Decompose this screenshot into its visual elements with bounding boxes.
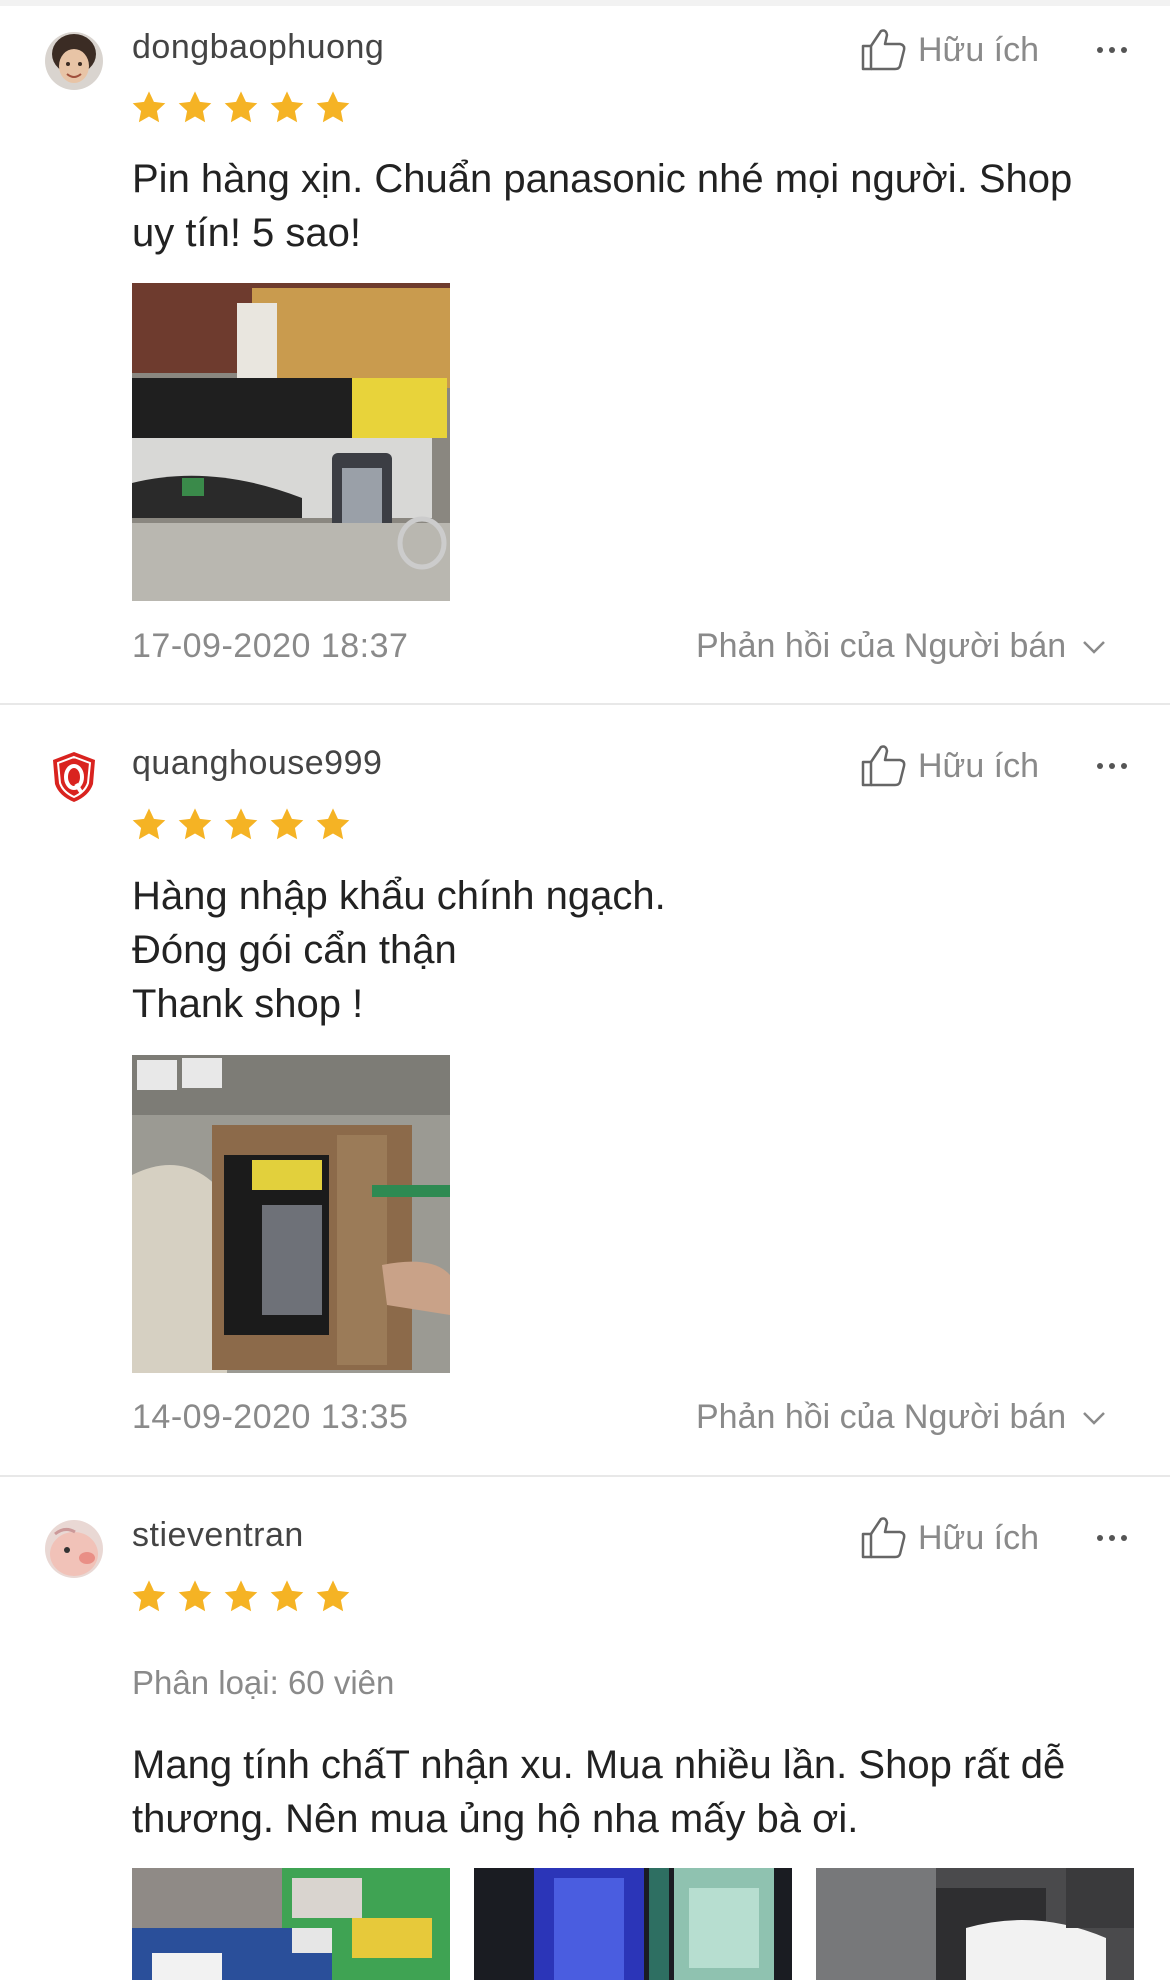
- reviewer-name: dongbaophuong: [132, 28, 385, 66]
- star-icon: [270, 808, 304, 840]
- avatar[interactable]: [45, 748, 103, 806]
- star-icon: [316, 808, 350, 840]
- battery-package-photo: [132, 1055, 450, 1373]
- helpful-button[interactable]: Hữu ích: [860, 1516, 1039, 1560]
- more-options-icon[interactable]: [1092, 1528, 1132, 1548]
- more-options-icon[interactable]: [1092, 40, 1132, 60]
- battery-box-photo: [132, 283, 450, 601]
- star-rating: [130, 89, 352, 127]
- helpful-label: Hữu ích: [918, 1518, 1040, 1557]
- helpful-button[interactable]: Hữu ích: [860, 28, 1039, 72]
- chevron-down-icon: [1083, 640, 1106, 654]
- seller-reply-toggle[interactable]: Phản hồi của Người bán: [696, 1398, 1108, 1437]
- review-photo[interactable]: [132, 283, 450, 601]
- star-rating: [130, 806, 352, 844]
- star-icon: [270, 1580, 304, 1612]
- star-icon: [316, 1580, 350, 1612]
- battery-glow-photo: [474, 1868, 792, 1980]
- review-photo[interactable]: [816, 1868, 1134, 1980]
- star-rating: [130, 1578, 352, 1616]
- review-text: Pin hàng xịn. Chuẩn panasonic nhé mọi ng…: [132, 152, 1142, 260]
- review-text: Hàng nhập khẩu chính ngạch. Đóng gói cẩn…: [132, 869, 1142, 1031]
- star-icon: [224, 1580, 258, 1612]
- thumbs-up-icon: [861, 745, 906, 787]
- reviewer-name: stieventran: [132, 1516, 304, 1554]
- review-text-line: uy tín! 5 sao!: [132, 211, 362, 255]
- star-icon: [132, 91, 166, 123]
- review-divider: [0, 703, 1170, 705]
- seller-reply-label: Phản hồi của Người bán: [696, 1398, 1067, 1436]
- review-text-line: Pin hàng xịn. Chuẩn panasonic nhé mọi ng…: [132, 157, 1073, 201]
- review-text-line: thương. Nên mua ủng hộ nha mấy bà ơi.: [132, 1797, 859, 1841]
- star-icon: [178, 808, 212, 840]
- helpful-button[interactable]: Hữu ích: [860, 744, 1039, 788]
- review-text: Mang tính chấT nhận xu. Mua nhiều lần. S…: [132, 1738, 1142, 1846]
- thumbs-up-icon: [861, 29, 906, 71]
- package-dark-photo: [816, 1868, 1134, 1980]
- chevron-down-icon: [1083, 1411, 1106, 1425]
- star-icon: [132, 808, 166, 840]
- star-icon: [178, 91, 212, 123]
- star-icon: [224, 808, 258, 840]
- star-icon: [132, 1580, 166, 1612]
- helpful-label: Hữu ích: [918, 30, 1040, 69]
- review-photo[interactable]: [132, 1055, 450, 1373]
- star-icon: [316, 91, 350, 123]
- top-divider: [0, 0, 1170, 6]
- review-text-line: Đóng gói cẩn thận: [132, 928, 457, 972]
- review-divider: [0, 1475, 1170, 1477]
- helpful-label: Hữu ích: [918, 746, 1040, 785]
- review-text-line: Hàng nhập khẩu chính ngạch.: [132, 874, 666, 918]
- avatar[interactable]: [45, 1520, 103, 1578]
- variant-label: Phân loại: 60 viên: [132, 1664, 395, 1701]
- avatar[interactable]: [45, 32, 103, 90]
- star-icon: [178, 1580, 212, 1612]
- review-text-line: Mang tính chấT nhận xu. Mua nhiều lần. S…: [132, 1743, 1066, 1787]
- review-date: 14-09-2020 13:35: [132, 1398, 409, 1436]
- star-icon: [270, 91, 304, 123]
- review-date: 17-09-2020 18:37: [132, 627, 409, 665]
- review-photo[interactable]: [474, 1868, 792, 1980]
- seller-reply-label: Phản hồi của Người bán: [696, 627, 1067, 665]
- reviewer-name: quanghouse999: [132, 744, 383, 782]
- star-icon: [224, 91, 258, 123]
- supplement-pack-photo: [132, 1868, 450, 1980]
- review-photo[interactable]: [132, 1868, 450, 1980]
- seller-reply-toggle[interactable]: Phản hồi của Người bán: [696, 627, 1108, 666]
- more-options-icon[interactable]: [1092, 756, 1132, 776]
- thumbs-up-icon: [861, 1517, 906, 1559]
- review-text-line: Thank shop !: [132, 982, 364, 1026]
